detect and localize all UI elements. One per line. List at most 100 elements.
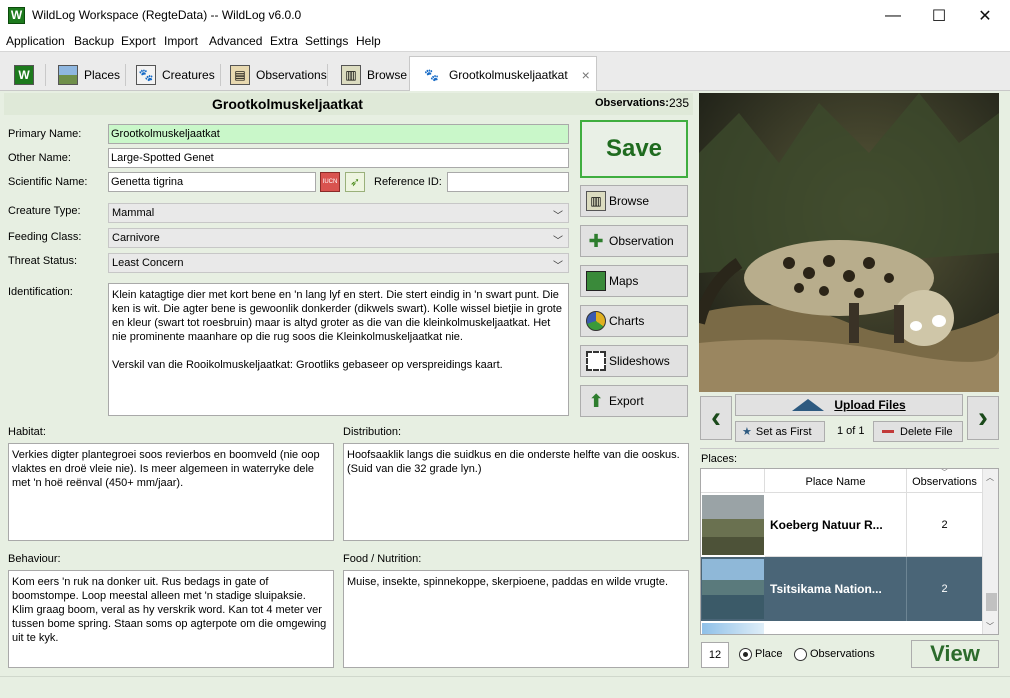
feeding-class-label: Feeding Class: xyxy=(8,231,82,243)
column-header-place-name[interactable]: Place Name xyxy=(765,469,907,493)
iucn-lookup-icon[interactable]: IUCN xyxy=(320,172,340,192)
habitat-label: Habitat: xyxy=(8,426,46,438)
charts-button[interactable]: Charts xyxy=(580,305,688,337)
radio-place[interactable] xyxy=(739,648,752,661)
chevron-down-icon: ﹀ xyxy=(553,211,563,222)
place-thumbnail xyxy=(702,623,764,634)
page-title: Grootkolmuskeljaatkat xyxy=(212,96,363,112)
reference-id-field[interactable] xyxy=(447,172,569,192)
set-as-first-button[interactable]: ★ Set as First xyxy=(735,421,825,442)
maximize-button[interactable]: ☐ xyxy=(916,0,962,31)
tab-home[interactable]: W xyxy=(6,57,42,92)
title-bar: W WildLog Workspace (RegteData) -- WildL… xyxy=(0,0,1010,31)
status-bar xyxy=(0,676,1010,698)
primary-name-label: Primary Name: xyxy=(8,128,82,140)
tab-places-label: Places xyxy=(84,67,121,82)
charts-button-label: Charts xyxy=(609,314,645,328)
table-row[interactable]: Koeberg Natuur R... 2 xyxy=(701,493,982,557)
delete-file-button[interactable]: Delete File xyxy=(873,421,963,442)
other-name-field[interactable]: Large-Spotted Genet xyxy=(108,148,569,168)
distribution-label: Distribution: xyxy=(343,426,402,438)
behaviour-textarea[interactable]: Kom eers 'n ruk na donker uit. Rus bedag… xyxy=(8,570,334,668)
observations-count: 235 xyxy=(669,96,690,110)
export-button-label: Export xyxy=(609,394,644,408)
divider xyxy=(700,448,999,449)
creature-photo[interactable] xyxy=(699,93,999,392)
window-title: WildLog Workspace (RegteData) -- WildLog… xyxy=(32,8,302,22)
menu-import[interactable]: Import xyxy=(164,34,198,48)
places-scrollbar[interactable]: ︿ ﹀ xyxy=(982,469,998,634)
menu-extra[interactable]: Extra xyxy=(270,34,298,48)
primary-name-field[interactable]: Grootkolmuskeljaatkat xyxy=(108,124,569,144)
table-header-image xyxy=(701,469,765,493)
radio-observations-label: Observations xyxy=(810,648,875,660)
tab-creatures[interactable]: 🐾 Creatures xyxy=(128,57,223,92)
view-button[interactable]: View xyxy=(911,640,999,668)
tab-observations[interactable]: ▤ Observations xyxy=(222,57,335,92)
close-window-button[interactable]: ✕ xyxy=(962,0,1008,31)
tab-places[interactable]: Places xyxy=(50,57,128,92)
film-icon xyxy=(586,351,606,371)
scroll-up-icon[interactable]: ︿ xyxy=(986,472,994,483)
add-observation-button[interactable]: ✚ Observation xyxy=(580,225,688,257)
scientific-name-label: Scientific Name: xyxy=(8,176,88,188)
maps-button[interactable]: Maps xyxy=(580,265,688,297)
table-row-selected[interactable]: Tsitsikama Nation... 2 xyxy=(701,557,982,621)
notebook-icon: ▤ xyxy=(230,64,250,85)
upload-files-button[interactable]: Upload Files xyxy=(735,394,963,416)
place-name-cell: Tsitsikama Nation... xyxy=(765,557,907,621)
observations-count-label: Observations: xyxy=(595,97,669,109)
wildlog-app-icon: W xyxy=(8,7,25,24)
creature-type-select[interactable]: Mammal ﹀ xyxy=(108,203,569,223)
tab-creature-detail[interactable]: 🐾 Grootkolmuskeljaatkat × xyxy=(409,56,597,92)
save-button[interactable]: Save xyxy=(580,120,688,178)
star-icon: ★ xyxy=(742,426,752,438)
radio-observations[interactable] xyxy=(794,648,807,661)
threat-status-select[interactable]: Least Concern ﹀ xyxy=(108,253,569,273)
menu-settings[interactable]: Settings xyxy=(305,34,348,48)
tab-browse[interactable]: ▥ Browse xyxy=(333,57,415,92)
next-image-button[interactable]: › xyxy=(967,396,999,440)
observations-cell: 2 xyxy=(941,583,948,595)
close-tab-icon[interactable]: × xyxy=(582,67,590,83)
menu-advanced[interactable]: Advanced xyxy=(209,34,262,48)
radio-selected-dot xyxy=(743,652,748,657)
identification-textarea[interactable]: Klein katagtige dier met kort bene en 'n… xyxy=(108,283,569,416)
threat-status-value: Least Concern xyxy=(112,257,184,269)
bird-lookup-icon[interactable]: ➶ xyxy=(345,172,365,192)
set-as-first-label: Set as First xyxy=(755,425,812,438)
behaviour-label: Behaviour: xyxy=(8,553,61,565)
paw-icon: 🐾 xyxy=(424,67,439,82)
place-name-cell: Koeberg Natuur R... xyxy=(765,493,907,557)
feeding-class-select[interactable]: Carnivore ﹀ xyxy=(108,228,569,248)
wildlog-home-icon: W xyxy=(14,64,34,85)
scroll-down-icon[interactable]: ﹀ xyxy=(986,621,994,632)
distribution-textarea[interactable]: Hoofsaaklik langs die suidkus en die ond… xyxy=(343,443,689,541)
plus-icon: ✚ xyxy=(588,230,604,251)
scientific-name-field[interactable]: Genetta tigrina xyxy=(108,172,316,192)
threat-status-label: Threat Status: xyxy=(8,255,78,267)
browse-button-label: Browse xyxy=(609,194,650,208)
menu-export[interactable]: Export xyxy=(121,34,156,48)
export-button[interactable]: ⬆ Export xyxy=(580,385,688,417)
tab-browse-label: Browse xyxy=(367,67,408,82)
slideshows-button[interactable]: Slideshows xyxy=(580,345,688,377)
other-name-label: Other Name: xyxy=(8,152,71,164)
scrollbar-thumb[interactable] xyxy=(986,593,997,611)
browse-icon: ▥ xyxy=(586,191,606,211)
browse-icon: ▥ xyxy=(341,64,361,85)
previous-image-button[interactable]: ‹ xyxy=(700,396,732,440)
menu-application[interactable]: Application xyxy=(6,34,65,48)
menu-help[interactable]: Help xyxy=(356,34,381,48)
minus-icon xyxy=(882,430,894,433)
tab-bar: W Places 🐾 Creatures ▤ Observations ▥ Br… xyxy=(0,51,1010,92)
reference-id-label: Reference ID: xyxy=(374,176,442,188)
habitat-textarea[interactable]: Verkies digter plantegroei soos revierbo… xyxy=(8,443,334,541)
feeding-class-value: Carnivore xyxy=(112,232,160,244)
genet-photo-image xyxy=(699,93,999,392)
browse-button[interactable]: ▥ Browse xyxy=(580,185,688,217)
food-textarea[interactable]: Muise, insekte, spinnekoppe, skerpioene,… xyxy=(343,570,689,668)
chevron-down-icon: ﹀ xyxy=(553,236,563,247)
menu-backup[interactable]: Backup xyxy=(74,34,114,48)
minimize-button[interactable]: — xyxy=(870,0,916,31)
